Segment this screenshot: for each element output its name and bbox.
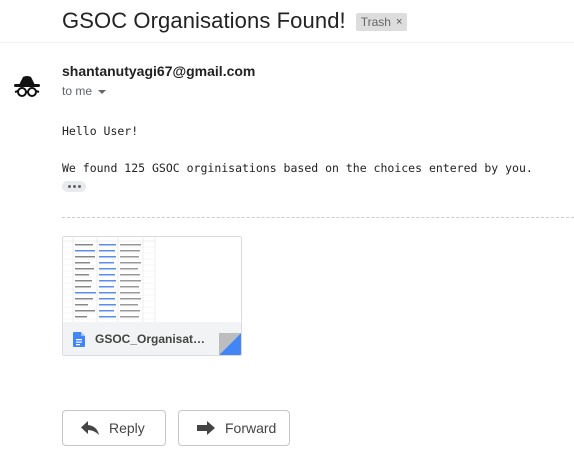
body-message: We found 125 GSOC orginisations based on… [62, 161, 533, 175]
document-icon [73, 331, 85, 347]
spreadsheet-preview-image [63, 237, 241, 322]
close-icon[interactable]: × [396, 16, 402, 28]
forward-label: Forward [225, 420, 277, 436]
attachment-name: GSOC_Organisatio... [95, 332, 207, 346]
caret-down-icon[interactable] [98, 89, 107, 94]
reply-label: Reply [109, 420, 145, 436]
header-divider [0, 42, 574, 43]
attachment-footer: GSOC_Organisatio... [63, 322, 241, 355]
attachment-corner-fold [219, 333, 241, 355]
reply-button[interactable]: Reply [62, 410, 166, 446]
dot [72, 185, 76, 188]
trash-label-chip[interactable]: Trash × [355, 13, 408, 31]
dot [67, 185, 71, 188]
reply-icon [81, 421, 99, 435]
label-text: Trash [360, 15, 391, 29]
dot [77, 185, 81, 188]
spy-avatar-icon[interactable] [12, 72, 42, 102]
subject-row: GSOC Organisations Found! Trash × [62, 6, 408, 36]
body-greeting: Hello User! [62, 124, 139, 138]
sender-email: shantanutyagi67@gmail.com [62, 63, 256, 79]
recipient-dropdown[interactable]: to me [62, 84, 107, 98]
show-trimmed-content-button[interactable] [62, 181, 86, 192]
email-subject: GSOC Organisations Found! [62, 8, 346, 33]
attachment-card[interactable]: GSOC_Organisatio... [62, 236, 242, 356]
attachment-divider [62, 217, 574, 218]
forward-button[interactable]: Forward [178, 410, 290, 446]
recipient-text: to me [62, 84, 93, 98]
forward-icon [197, 421, 215, 435]
